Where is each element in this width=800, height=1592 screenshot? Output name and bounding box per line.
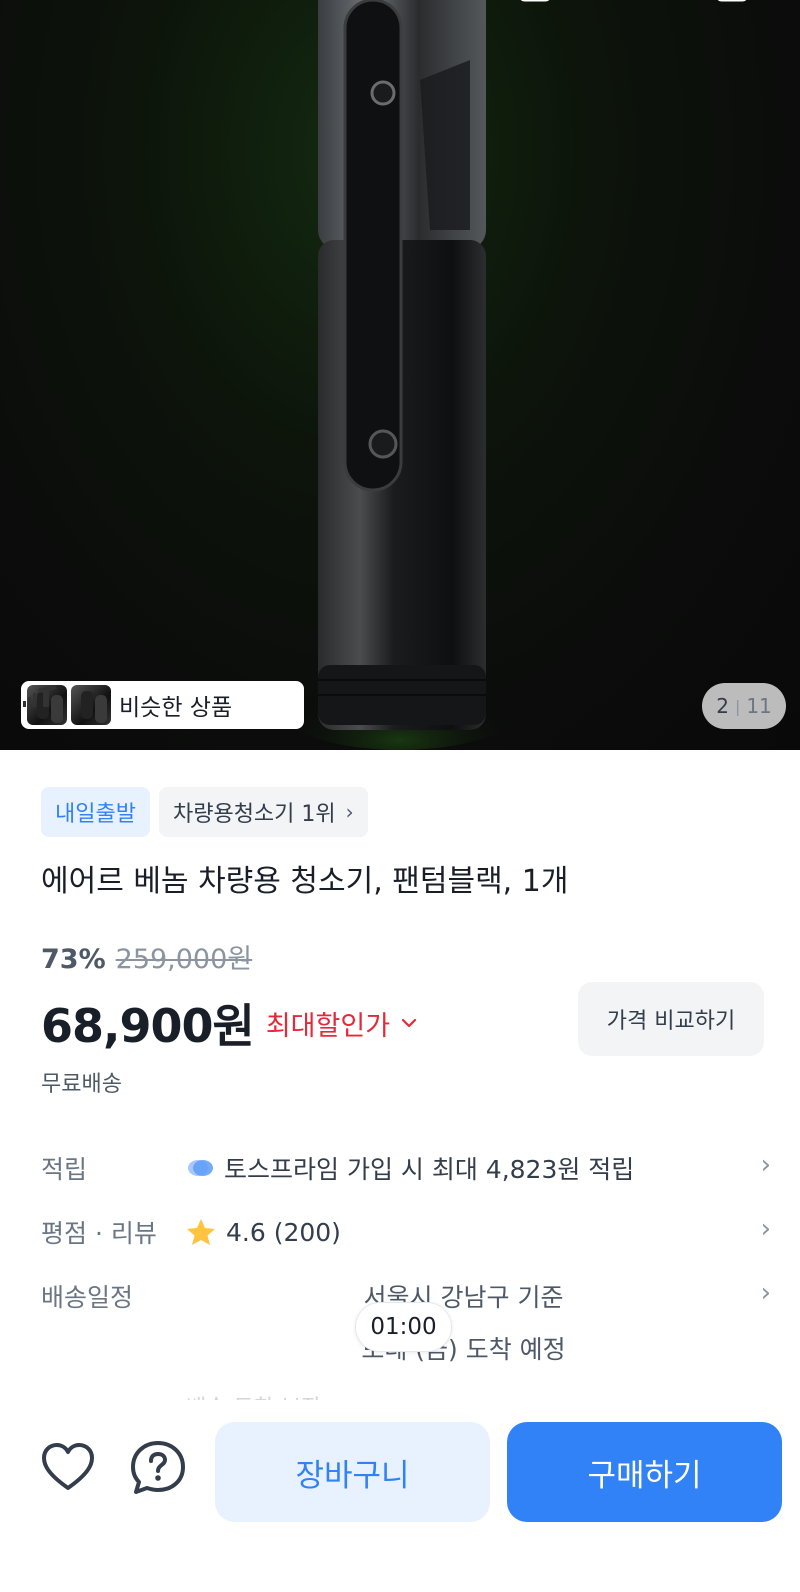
- points-value: 토스프라임 가입 시 최대 4,823원 적립: [224, 1155, 635, 1184]
- image-counter-total: 11: [746, 694, 772, 718]
- image-counter-current: 2: [716, 694, 729, 718]
- bottom-action-bar: 장바구니 구매하기: [0, 1400, 800, 1592]
- max-discount-toggle[interactable]: 최대할인가: [266, 1004, 418, 1043]
- compare-price-button[interactable]: 가격 비교하기: [578, 982, 764, 1056]
- back-icon[interactable]: [30, 0, 70, 12]
- chevron-right-icon: ›: [760, 1214, 771, 1244]
- ship-tomorrow-label: 내일출발: [55, 802, 136, 827]
- star-icon: [187, 1219, 215, 1245]
- similar-products-button[interactable]: 비슷한 상품: [21, 681, 304, 729]
- search-icon[interactable]: [615, 0, 655, 12]
- original-price: 259,000원: [115, 944, 253, 975]
- heart-icon[interactable]: [38, 1438, 98, 1498]
- review-label: 평점 · 리뷰: [41, 1219, 157, 1248]
- delivery-value: 서울시 강남구 기준 모레 (금) 도착 예정: [186, 1278, 741, 1366]
- chevron-right-icon: ›: [760, 1150, 771, 1180]
- product-photo: [270, 0, 530, 750]
- similar-product-thumbnail: [71, 685, 111, 725]
- similar-products-label: 비슷한 상품: [119, 695, 233, 721]
- points-row[interactable]: 적립 토스프라임 가입 시 최대 4,823원 적립 ›: [41, 1150, 771, 1186]
- home-icon[interactable]: [515, 0, 555, 12]
- points-value-wrap: 토스프라임 가입 시 최대 4,823원 적립: [186, 1150, 741, 1186]
- image-counter: 2 | 11: [702, 683, 786, 729]
- discount-percent: 73%: [41, 944, 106, 975]
- max-discount-label: 최대할인가: [265, 1010, 391, 1042]
- toss-prime-icon: [188, 1160, 213, 1176]
- review-value-wrap: 4.6 (200): [186, 1214, 741, 1250]
- review-row[interactable]: 평점 · 리뷰 4.6 (200) ›: [41, 1214, 771, 1250]
- badge-row: 내일출발 차량용청소기 1위 ›: [41, 787, 368, 837]
- buy-now-button[interactable]: 구매하기: [507, 1422, 782, 1522]
- image-counter-separator: |: [734, 696, 741, 716]
- delivery-label: 배송일정: [41, 1283, 134, 1312]
- product-image-carousel[interactable]: 비슷한 상품 2 | 11: [0, 0, 800, 750]
- add-to-cart-button[interactable]: 장바구니: [215, 1422, 490, 1522]
- price-row: 68,900원 최대할인가: [41, 990, 418, 1056]
- points-label: 적립: [41, 1155, 88, 1184]
- ranking-label: 차량용청소기 1위: [172, 802, 336, 827]
- product-title: 에어르 베놈 차량용 청소기, 팬텀블랙, 1개: [41, 864, 569, 899]
- ranking-badge[interactable]: 차량용청소기 1위 ›: [158, 787, 368, 837]
- review-value: 4.6 (200): [226, 1217, 341, 1247]
- chevron-right-icon: ›: [760, 1278, 771, 1308]
- question-icon[interactable]: [128, 1438, 188, 1498]
- time-pill: 01:00: [355, 1302, 452, 1352]
- shipping-info: 무료배송: [41, 1072, 122, 1097]
- chevron-right-icon: ›: [345, 800, 354, 824]
- vacuum-silhouette-icon: [23, 685, 57, 707]
- discount-row: 73% 259,000원: [41, 937, 252, 976]
- ship-tomorrow-badge: 내일출발: [41, 787, 150, 837]
- chevron-down-icon: [401, 1018, 417, 1028]
- cart-icon[interactable]: [712, 0, 752, 12]
- sale-price: 68,900원: [41, 999, 255, 1053]
